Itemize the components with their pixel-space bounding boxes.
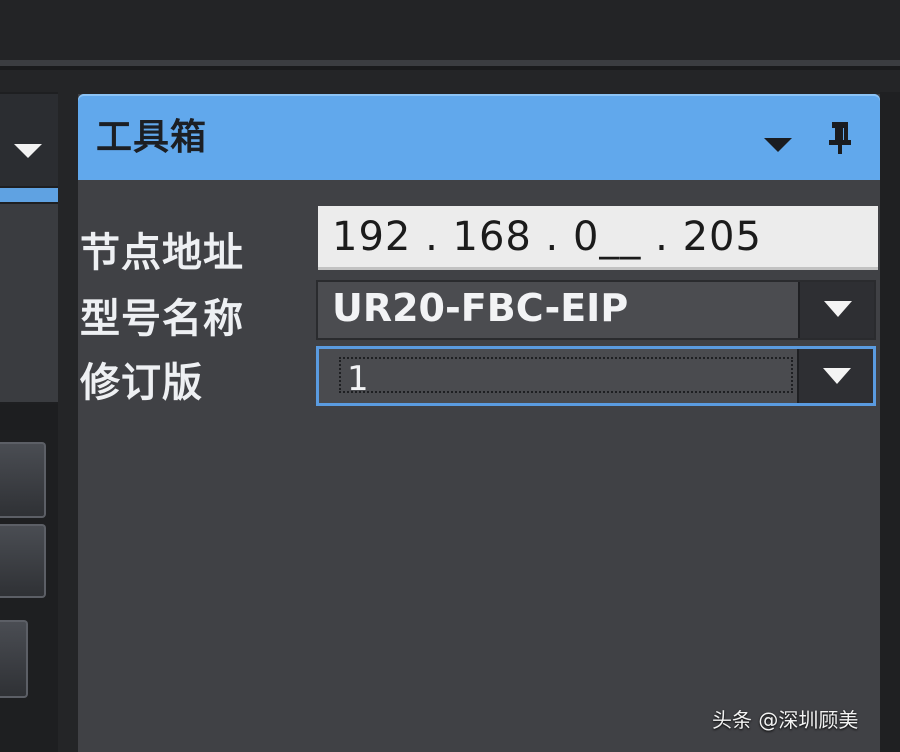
dropdown-icon[interactable] xyxy=(764,138,792,152)
node-address-value[interactable]: 192 . 168 . 0__ . 205 xyxy=(332,214,762,260)
left-panel-dropdown-icon[interactable] xyxy=(14,144,42,158)
revision-label: 修订版 xyxy=(80,360,203,406)
top-toolbar-area xyxy=(0,0,900,60)
app-window: 工具箱 节点地址 192 . 168 . 0__ . 205 型号名称 UR20… xyxy=(0,0,900,752)
model-name-select[interactable]: UR20-FBC-EIP xyxy=(316,280,876,340)
toolbox-header: 工具箱 xyxy=(78,94,880,180)
right-edge xyxy=(880,92,900,752)
chevron-down-icon xyxy=(823,368,851,384)
revision-value: 1 xyxy=(347,359,369,399)
toolbox-panel: 工具箱 节点地址 192 . 168 . 0__ . 205 型号名称 UR20… xyxy=(78,94,880,752)
model-name-value: UR20-FBC-EIP xyxy=(332,286,629,330)
pin-icon[interactable] xyxy=(826,120,854,154)
toolbox-title: 工具箱 xyxy=(96,117,208,158)
node-address-label: 节点地址 xyxy=(80,230,244,276)
revision-select[interactable]: 1 xyxy=(316,346,876,406)
node-address-field[interactable]: 192 . 168 . 0__ . 205 xyxy=(318,206,878,270)
chevron-down-icon xyxy=(824,301,852,317)
left-panel-selected-item[interactable] xyxy=(0,188,58,202)
left-panel-list xyxy=(0,204,58,402)
left-panel-button-2[interactable] xyxy=(0,524,46,598)
model-name-dropdown-button[interactable] xyxy=(798,282,874,338)
revision-dropdown-button[interactable] xyxy=(797,349,873,403)
left-panel-divider xyxy=(0,404,58,430)
watermark-text: 头条 @深圳顾美 xyxy=(712,708,859,732)
left-panel-button-3[interactable] xyxy=(0,620,28,698)
left-panel-button-1[interactable] xyxy=(0,442,46,518)
top-divider-shadow xyxy=(0,66,900,70)
focus-ring: 1 xyxy=(339,357,793,399)
left-panel-header[interactable] xyxy=(0,94,58,186)
model-name-label: 型号名称 xyxy=(80,296,244,342)
